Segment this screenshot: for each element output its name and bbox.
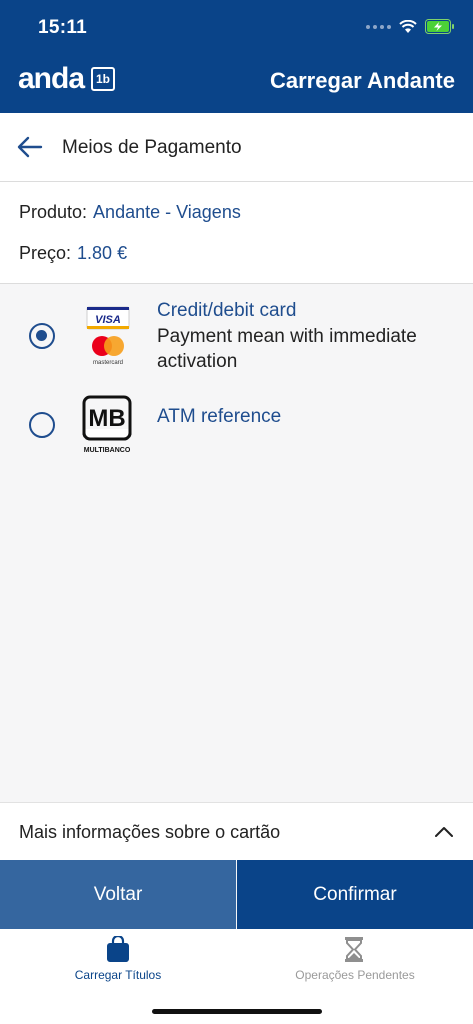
multibanco-icon: MB MULTIBANCO: [82, 395, 132, 454]
product-value: Andante - Viagens: [93, 202, 241, 222]
visa-text: VISA: [95, 314, 121, 326]
price-row: Preço: 1.80 €: [19, 243, 127, 264]
radio-selected[interactable]: [29, 323, 55, 349]
logo-badge: 1b: [91, 67, 115, 91]
tab-label-operacoes-pendentes: Operações Pendentes: [295, 968, 415, 982]
product-info: Produto: Andante - Viagens Preço: 1.80 €: [0, 182, 473, 284]
status-time: 15:11: [38, 17, 88, 38]
status-icons: [366, 19, 455, 34]
anda-logo: anda: [18, 62, 85, 95]
bag-icon: [107, 936, 129, 962]
product-label: Produto:: [19, 202, 88, 222]
option-card-description: Payment mean with immediate activation: [157, 326, 417, 372]
option-atm-title: ATM reference: [157, 406, 282, 427]
battery-icon: [425, 19, 454, 34]
chevron-up-icon[interactable]: [435, 826, 453, 838]
more-info-label: Mais informações sobre o cartão: [19, 822, 281, 842]
price-value: 1.80 €: [77, 243, 128, 263]
payment-option-card[interactable]: VISA mastercard Credit/debit card Paymen…: [0, 298, 473, 378]
visa-mastercard-icon: VISA mastercard: [86, 306, 130, 366]
back-button[interactable]: Voltar: [0, 860, 236, 929]
tab-carregar-titulos[interactable]: Carregar Títulos: [0, 929, 236, 989]
confirm-button[interactable]: Confirmar: [237, 860, 473, 929]
back-arrow-icon[interactable]: [16, 133, 44, 161]
nav-bar: Meios de Pagamento: [0, 113, 473, 182]
product-row: Produto: Andante - Viagens: [19, 202, 241, 223]
payment-option-atm[interactable]: MB MULTIBANCO ATM reference: [0, 395, 473, 460]
multibanco-text: MULTIBANCO: [84, 447, 131, 454]
radio-unselected[interactable]: [29, 412, 55, 438]
tab-label-carregar-titulos: Carregar Títulos: [74, 968, 162, 982]
tab-bar: Carregar Títulos Operações Pendentes: [0, 929, 473, 1024]
price-label: Preço:: [19, 243, 72, 263]
mb-text: MB: [88, 405, 125, 432]
tab-operacoes-pendentes[interactable]: Operações Pendentes: [237, 929, 473, 989]
signal-icon: [366, 24, 391, 29]
mastercard-text: mastercard: [93, 360, 123, 366]
nav-title: Meios de Pagamento: [62, 137, 242, 158]
header-title: Carregar Andante: [269, 68, 455, 93]
wifi-icon: [399, 19, 417, 33]
hourglass-icon: [345, 937, 363, 962]
option-card-title: Credit/debit card: [157, 300, 297, 321]
more-info-row[interactable]: Mais informações sobre o cartão: [0, 802, 473, 861]
home-indicator: [152, 1009, 322, 1014]
app-header: 15:11 anda 1b Carregar Andante: [0, 0, 473, 113]
